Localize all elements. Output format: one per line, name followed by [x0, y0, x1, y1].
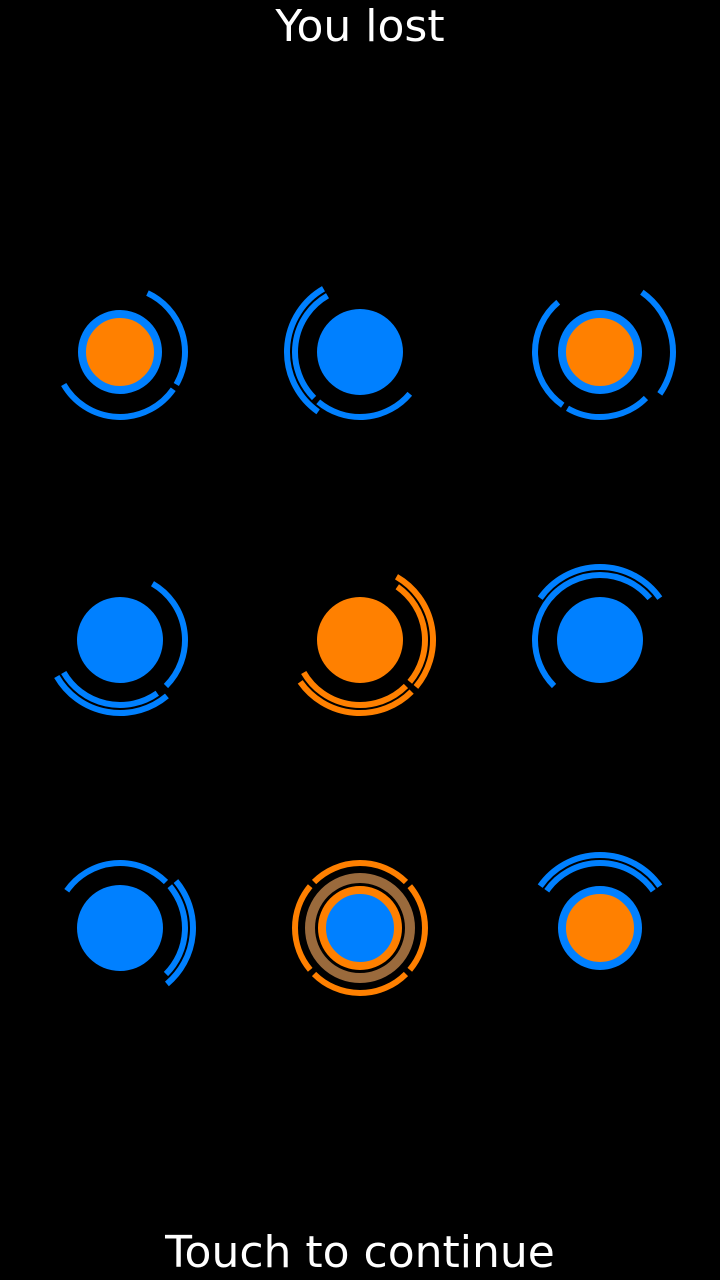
node-core[interactable] — [78, 310, 162, 394]
node-core[interactable] — [318, 886, 402, 970]
ring-arc — [566, 395, 649, 420]
node-core[interactable] — [317, 309, 403, 395]
node-r1c3[interactable] — [532, 289, 676, 420]
node-core[interactable] — [317, 597, 403, 683]
node-r2c3[interactable] — [532, 564, 663, 689]
node-r2c1[interactable] — [54, 581, 188, 716]
node-r1c2[interactable] — [284, 286, 413, 420]
node-core[interactable] — [558, 310, 642, 394]
ring-arc — [316, 391, 413, 420]
node-r3c2[interactable] — [292, 860, 428, 996]
node-core[interactable] — [558, 886, 642, 970]
node-r2c2[interactable] — [297, 574, 436, 716]
node-core[interactable] — [77, 597, 163, 683]
ring-arc — [532, 587, 561, 689]
touch-to-continue-prompt[interactable]: Touch to continue — [0, 1226, 720, 1280]
ring-arc — [640, 289, 676, 396]
node-r3c3[interactable] — [537, 852, 663, 970]
node-core[interactable] — [557, 597, 643, 683]
node-r1c1[interactable] — [61, 290, 188, 420]
node-core[interactable] — [77, 885, 163, 971]
node-r3c1[interactable] — [64, 860, 196, 987]
game-board[interactable] — [0, 0, 720, 1280]
